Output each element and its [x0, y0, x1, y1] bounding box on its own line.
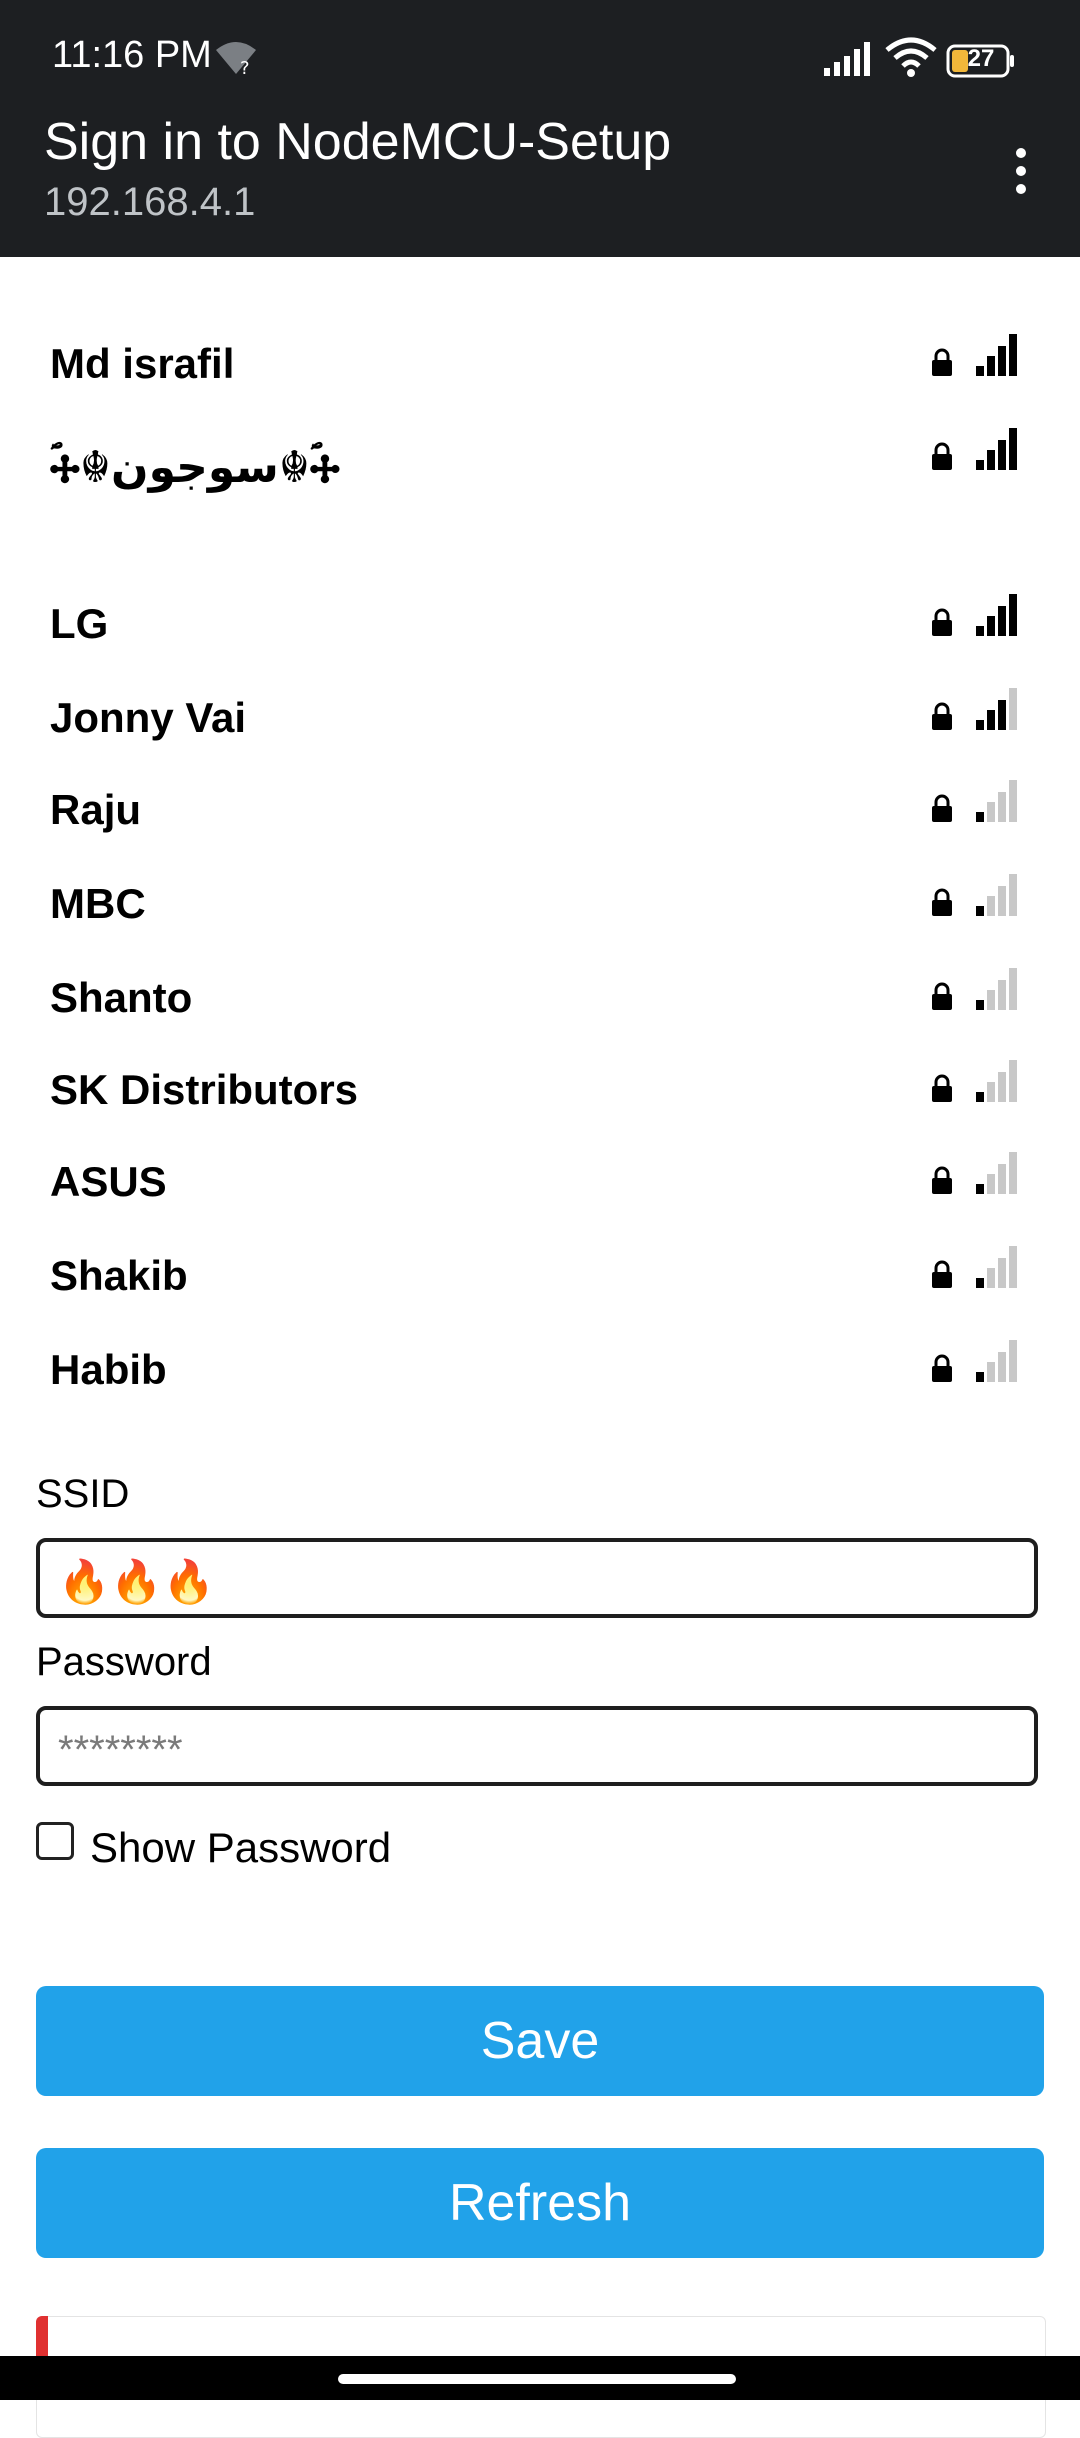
lock-icon	[932, 1354, 952, 1382]
wifi-unknown-icon: ?	[216, 42, 256, 76]
svg-text:?: ?	[240, 58, 250, 76]
status-bar: 11:16 PM ? 27	[0, 0, 1080, 110]
signal-strength-icon	[976, 780, 1017, 822]
lock-icon	[932, 1074, 952, 1102]
signal-strength-icon	[976, 1340, 1017, 1382]
network-name: LG	[50, 600, 109, 647]
network-name: ASUS	[50, 1158, 167, 1205]
cell-signal-icon	[824, 42, 870, 76]
network-name: Jonny Vai	[50, 694, 247, 741]
ssid-label: SSID	[36, 1472, 130, 1516]
lock-icon	[932, 794, 952, 822]
more-options-button[interactable]	[1000, 140, 1040, 200]
network-name: ؐ🕂☬سوجون☬🕂ؐ	[50, 443, 340, 492]
network-name: Habib	[50, 1346, 167, 1393]
network-item[interactable]: Md israfil	[0, 318, 1080, 408]
lock-icon	[932, 888, 952, 916]
signal-strength-icon	[976, 874, 1017, 916]
network-name: Raju	[50, 786, 142, 833]
home-indicator[interactable]	[338, 2374, 736, 2384]
network-item[interactable]: Shakib	[0, 1230, 1080, 1320]
password-input[interactable]: ********	[36, 1706, 1038, 1786]
network-item[interactable]: Habib	[0, 1324, 1080, 1414]
dot-icon	[1016, 166, 1026, 176]
lock-icon	[932, 442, 952, 470]
signal-strength-icon	[976, 334, 1017, 376]
page-subtitle: 192.168.4.1	[44, 180, 256, 224]
network-item[interactable]: MBC	[0, 858, 1080, 948]
lock-icon	[932, 702, 952, 730]
network-name: Md israfil	[50, 340, 235, 387]
show-password-label[interactable]: Show Password	[90, 1824, 391, 1872]
battery-level: 27	[967, 45, 995, 72]
signal-strength-icon	[976, 594, 1017, 636]
network-name: Shanto	[50, 974, 193, 1021]
signal-strength-icon	[976, 1246, 1017, 1288]
page-title: Sign in to NodeMCU-Setup	[44, 113, 672, 171]
network-name: SK Distributors	[50, 1066, 359, 1113]
signal-strength-icon	[976, 968, 1017, 1010]
app-bar: 11:16 PM ? 27 Sign in to NodeMCU-Setup 1…	[0, 0, 1080, 257]
refresh-button[interactable]: Refresh	[36, 2148, 1044, 2258]
wifi-icon	[885, 37, 937, 77]
show-password-checkbox[interactable]	[36, 1822, 74, 1860]
network-item[interactable]: Jonny Vai	[0, 672, 1080, 762]
ssid-input[interactable]: 🔥🔥🔥	[36, 1538, 1038, 1618]
ssid-value: 🔥🔥🔥	[58, 1558, 215, 1605]
network-name: Shakib	[50, 1252, 188, 1299]
status-time: 11:16 PM	[52, 34, 212, 76]
dot-icon	[1016, 148, 1026, 158]
lock-icon	[932, 608, 952, 636]
signal-strength-icon	[976, 1060, 1017, 1102]
lock-icon	[932, 1166, 952, 1194]
signal-strength-icon	[976, 688, 1017, 730]
network-name: MBC	[50, 880, 146, 927]
network-item[interactable]: ؐ🕂☬سوجون☬🕂ؐ	[0, 412, 1080, 502]
save-button[interactable]: Save	[36, 1986, 1044, 2096]
network-item[interactable]: Raju	[0, 764, 1080, 854]
password-label: Password	[36, 1640, 212, 1684]
network-item[interactable]: Shanto	[0, 952, 1080, 1042]
password-placeholder: ********	[58, 1728, 183, 1772]
lock-icon	[932, 982, 952, 1010]
signal-strength-icon	[976, 1152, 1017, 1194]
signal-strength-icon	[976, 428, 1017, 470]
dot-icon	[1016, 184, 1026, 194]
network-item[interactable]: LG	[0, 578, 1080, 668]
network-item[interactable]: SK Distributors	[0, 1044, 1080, 1134]
lock-icon	[932, 348, 952, 376]
lock-icon	[932, 1260, 952, 1288]
network-item[interactable]: ASUS	[0, 1136, 1080, 1226]
